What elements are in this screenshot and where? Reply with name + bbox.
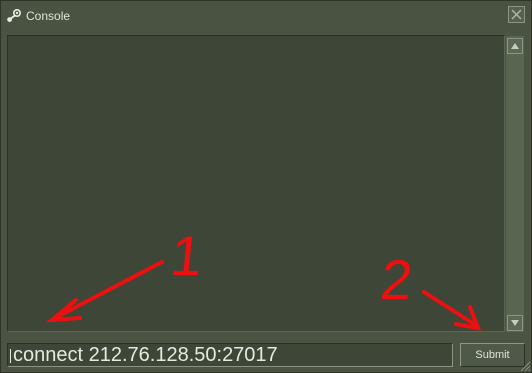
scroll-up-button[interactable]	[507, 38, 523, 54]
console-window: Console Submit	[0, 0, 532, 373]
submit-button[interactable]: Submit	[460, 343, 525, 367]
close-icon	[511, 9, 522, 20]
window-title: Console	[26, 9, 71, 23]
console-input[interactable]	[7, 343, 453, 367]
title-bar[interactable]: Console	[1, 1, 531, 31]
annotation-marker-2: 2	[377, 248, 416, 311]
arrow-up-icon	[511, 43, 519, 49]
annotation-marker-1: 1	[167, 224, 206, 287]
steam-icon	[6, 8, 22, 24]
resize-grip-icon[interactable]	[519, 360, 531, 372]
console-output[interactable]	[7, 35, 505, 332]
close-button[interactable]	[508, 6, 525, 23]
vertical-scrollbar[interactable]	[506, 36, 524, 332]
arrow-down-icon	[511, 320, 519, 326]
text-caret	[10, 349, 11, 363]
scroll-down-button[interactable]	[507, 315, 523, 331]
